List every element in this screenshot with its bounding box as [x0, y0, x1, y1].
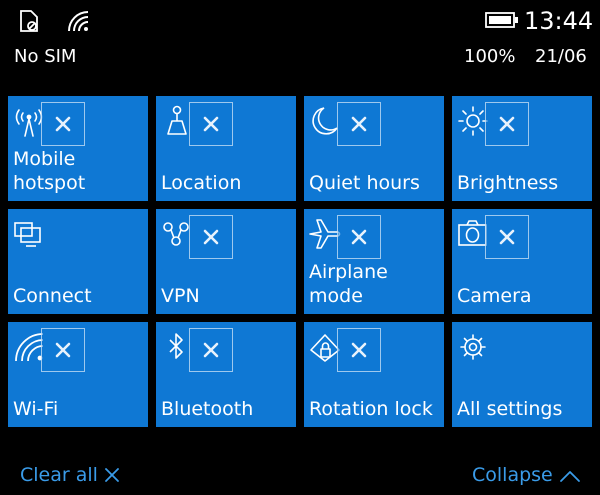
clock-time: 13:44 [524, 7, 594, 35]
chevron-up-icon [559, 464, 581, 486]
tile-airplane-mode[interactable]: Airplane mode [304, 209, 444, 314]
tile-label: Location [161, 172, 242, 194]
tile-all-settings[interactable]: All settings [452, 322, 592, 427]
remove-tile-button[interactable] [41, 328, 85, 372]
remove-tile-button[interactable] [337, 328, 381, 372]
tile-wifi[interactable]: Wi-Fi [8, 322, 148, 427]
remove-tile-button[interactable] [337, 102, 381, 146]
tile-camera[interactable]: Camera [452, 209, 592, 314]
quick-actions-grid: Mobile hotspot Location Quiet hours Brig… [8, 96, 597, 428]
remove-tile-button[interactable] [485, 215, 529, 259]
clear-all-button[interactable]: Clear all [20, 462, 120, 488]
collapse-label: Collapse [472, 464, 553, 486]
no-sim-icon [18, 9, 40, 37]
battery-icon [485, 11, 519, 33]
remove-tile-button[interactable] [189, 102, 233, 146]
clear-all-label: Clear all [20, 464, 98, 486]
tile-label: Rotation lock [309, 398, 433, 420]
remove-tile-button[interactable] [189, 328, 233, 372]
remove-tile-button[interactable] [189, 215, 233, 259]
close-icon [104, 464, 120, 486]
tile-mobile-hotspot[interactable]: Mobile hotspot [8, 96, 148, 201]
tile-vpn[interactable]: VPN [156, 209, 296, 314]
remove-tile-button[interactable] [41, 102, 85, 146]
tile-quiet-hours[interactable]: Quiet hours [304, 96, 444, 201]
tile-label: Bluetooth [161, 398, 254, 420]
collapse-button[interactable]: Collapse [472, 462, 581, 488]
tile-connect[interactable]: Connect [8, 209, 148, 314]
tile-label: Connect [13, 285, 92, 307]
tile-label: Mobile hotspot [13, 148, 86, 194]
wifi-signal-icon [66, 9, 92, 37]
gear-icon [456, 330, 490, 364]
status-bar: 13:44 No SIM 100% 21/06 [0, 0, 600, 80]
tile-label: VPN [161, 285, 200, 307]
battery-percent: 100% [464, 46, 516, 67]
connect-display-icon [12, 217, 46, 251]
tile-label: Wi-Fi [13, 398, 59, 420]
tile-label: Brightness [457, 172, 559, 194]
tile-label: All settings [457, 398, 563, 420]
tile-label: Camera [457, 285, 532, 307]
remove-tile-button[interactable] [337, 215, 381, 259]
tile-label: Quiet hours [309, 172, 420, 194]
carrier-label: No SIM [14, 46, 77, 67]
remove-tile-button[interactable] [485, 102, 529, 146]
tile-bluetooth[interactable]: Bluetooth [156, 322, 296, 427]
date-label: 21/06 [535, 46, 587, 67]
tile-rotation-lock[interactable]: Rotation lock [304, 322, 444, 427]
tile-brightness[interactable]: Brightness [452, 96, 592, 201]
tile-location[interactable]: Location [156, 96, 296, 201]
tile-label: Airplane mode [309, 261, 388, 307]
